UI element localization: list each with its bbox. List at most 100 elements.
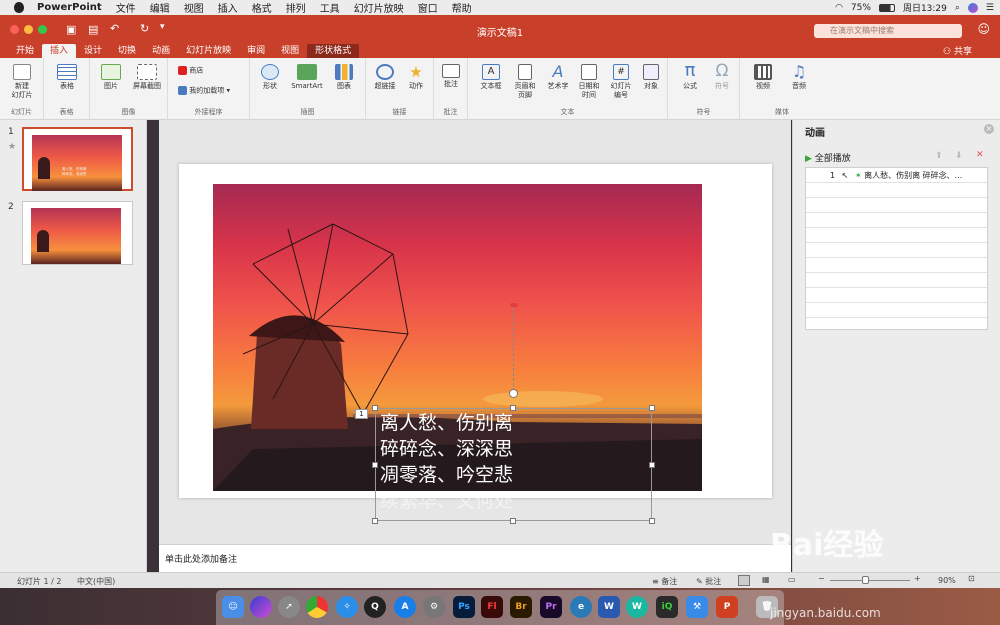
tab-insert[interactable]: 插入: [42, 44, 77, 58]
motion-path-end-marker[interactable]: [510, 303, 518, 307]
menu-insert[interactable]: 插入: [211, 0, 245, 15]
zoom-slider-thumb[interactable]: [862, 576, 869, 584]
comments-toggle[interactable]: ✎ 批注: [696, 576, 721, 587]
tab-shape-format[interactable]: 形状格式: [307, 44, 360, 58]
date-time-button[interactable]: 日期和 时间: [574, 64, 604, 100]
menu-view[interactable]: 视图: [177, 0, 211, 15]
fit-slide-icon[interactable]: ⊡: [968, 574, 975, 583]
clock[interactable]: 周日13:29: [903, 1, 947, 14]
finder-icon[interactable]: ☺: [222, 596, 244, 618]
close-pane-icon[interactable]: ×: [984, 124, 994, 134]
launchpad-icon[interactable]: ➚: [278, 596, 300, 618]
picture-button[interactable]: 图片: [96, 64, 126, 91]
tab-animations[interactable]: 动画: [144, 44, 178, 58]
video-button[interactable]: 视频: [748, 64, 778, 91]
notes-toggle[interactable]: ≡ 备注: [652, 576, 677, 587]
search-input[interactable]: 在演示文稿中搜索: [814, 24, 962, 38]
safari-icon[interactable]: ✧: [336, 596, 358, 618]
tab-design[interactable]: 设计: [76, 44, 110, 58]
apple-icon[interactable]: [14, 2, 24, 13]
app-menu[interactable]: PowerPoint: [30, 2, 109, 13]
menu-tools[interactable]: 工具: [313, 0, 347, 15]
menu-arrange[interactable]: 排列: [279, 0, 313, 15]
screenshot-button[interactable]: 屏幕截图: [128, 64, 166, 91]
siri-icon[interactable]: [967, 2, 978, 13]
slide-number-button[interactable]: # 幻灯片 编号: [606, 64, 636, 100]
smartart-button[interactable]: SmartArt: [288, 64, 326, 91]
flash-icon[interactable]: Fl: [481, 596, 503, 618]
notification-center-icon[interactable]: ☰: [986, 3, 994, 13]
zoom-slider[interactable]: [830, 580, 910, 581]
iqiyi-icon[interactable]: iQ: [656, 596, 678, 618]
menu-format[interactable]: 格式: [245, 0, 279, 15]
resize-handle-bl[interactable]: [372, 518, 378, 524]
battery-icon[interactable]: [878, 3, 895, 12]
notes-field[interactable]: 单击此处添加备注: [159, 544, 791, 572]
menu-window[interactable]: 窗口: [411, 0, 445, 15]
slide-thumbnail-2[interactable]: [22, 201, 133, 265]
spotlight-icon[interactable]: ⌕: [955, 3, 960, 13]
tab-slideshow[interactable]: 幻灯片放映: [178, 44, 239, 58]
word-icon[interactable]: W: [598, 596, 620, 618]
siri-icon[interactable]: [250, 596, 272, 618]
tab-view[interactable]: 视图: [273, 44, 307, 58]
move-down-icon[interactable]: ⬇: [955, 151, 963, 161]
menu-file[interactable]: 文件: [109, 0, 143, 15]
resize-handle-b[interactable]: [510, 518, 516, 524]
animation-order-tag[interactable]: 1: [355, 409, 368, 419]
resize-handle-br[interactable]: [649, 518, 655, 524]
my-addins-button[interactable]: 我的加载项 ▾: [178, 86, 230, 96]
tab-review[interactable]: 审阅: [239, 44, 273, 58]
hyperlink-button[interactable]: 超链接: [370, 64, 400, 91]
share-button[interactable]: ⚇ 共享: [943, 44, 972, 57]
resize-handle-r[interactable]: [649, 462, 655, 468]
resize-handle-l[interactable]: [372, 462, 378, 468]
edge-icon[interactable]: e: [570, 596, 592, 618]
zoom-level[interactable]: 90%: [938, 576, 956, 585]
animation-item-1[interactable]: 1 ↖ ✶ 离人愁、伤别离 碎碎念、...: [806, 168, 987, 183]
comment-button[interactable]: 批注: [438, 64, 464, 89]
wps-icon[interactable]: W: [626, 596, 648, 618]
chart-button[interactable]: 图表: [330, 64, 358, 91]
slide-sorter-icon[interactable]: ▦: [762, 575, 770, 584]
bridge-icon[interactable]: Br: [510, 596, 532, 618]
powerpoint-icon[interactable]: P: [716, 596, 738, 618]
system-preferences-icon[interactable]: ⚙: [423, 596, 445, 618]
menu-help[interactable]: 帮助: [445, 0, 479, 15]
menu-edit[interactable]: 编辑: [143, 0, 177, 15]
smiley-feedback-icon[interactable]: ☺: [977, 22, 990, 36]
play-all-button[interactable]: ▶ 全部播放: [805, 151, 851, 164]
tab-home[interactable]: 开始: [8, 44, 42, 58]
reading-view-icon[interactable]: ▭: [788, 575, 796, 584]
resize-handle-tr[interactable]: [649, 405, 655, 411]
rotate-handle[interactable]: [509, 389, 518, 398]
app-store-icon[interactable]: A: [394, 596, 416, 618]
store-button[interactable]: 商店: [178, 66, 203, 76]
shapes-button[interactable]: 形状: [256, 64, 284, 91]
audio-button[interactable]: ♫ 音频: [784, 64, 814, 91]
tab-transitions[interactable]: 切换: [110, 44, 144, 58]
equation-button[interactable]: π 公式: [674, 62, 706, 91]
new-slide-button[interactable]: 新建 幻灯片: [6, 64, 38, 100]
action-button[interactable]: ★ 动作: [402, 64, 430, 91]
zoom-out-icon[interactable]: −: [818, 574, 825, 583]
photoshop-icon[interactable]: Ps: [453, 596, 475, 618]
qq-icon[interactable]: Q: [364, 596, 386, 618]
wifi-icon[interactable]: ◠: [835, 3, 843, 13]
premiere-icon[interactable]: Pr: [540, 596, 562, 618]
textbox-button[interactable]: A 文本框: [476, 64, 506, 91]
symbol-button[interactable]: Ω 符号: [708, 62, 736, 91]
language[interactable]: 中文(中国): [77, 576, 115, 587]
table-button[interactable]: 表格: [50, 64, 84, 91]
normal-view-icon[interactable]: [738, 575, 750, 586]
move-up-icon[interactable]: ⬆: [935, 151, 943, 161]
menu-slideshow[interactable]: 幻灯片放映: [347, 0, 411, 15]
zoom-in-icon[interactable]: +: [914, 574, 921, 583]
object-button[interactable]: 对象: [638, 64, 664, 91]
delete-animation-icon[interactable]: ✕: [976, 150, 984, 160]
resize-handle-tl[interactable]: [372, 405, 378, 411]
chrome-icon[interactable]: [306, 596, 328, 618]
wordart-button[interactable]: A 艺术字: [542, 64, 574, 91]
xcode-icon[interactable]: ⚒: [686, 596, 708, 618]
slide-text[interactable]: 离人愁、伤别离 碎碎念、深深思 凋零落、吟空悲 续繁华、又何处: [380, 410, 580, 514]
